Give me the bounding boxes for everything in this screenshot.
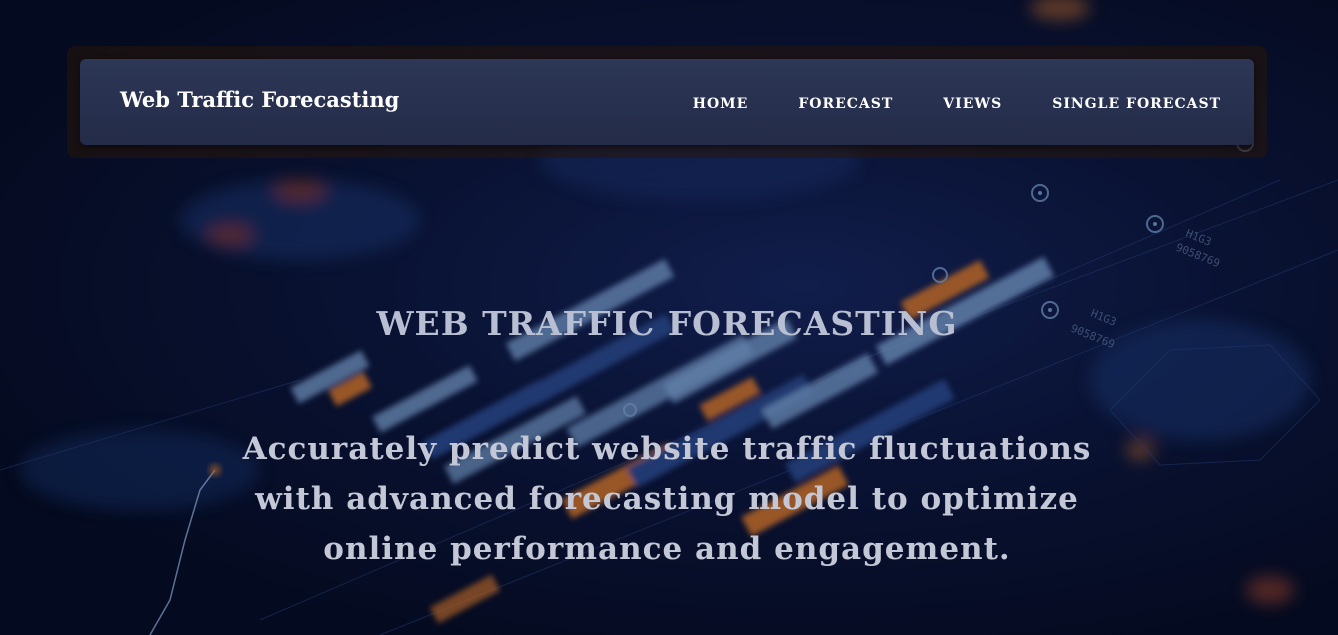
page: H1G3 9058769 H1G3 9058769 Web Traffic Fo… — [0, 0, 1338, 635]
nav-link-views[interactable]: VIEWS — [943, 96, 1002, 112]
hero-subtitle: Accurately predict website traffic fluct… — [242, 431, 1092, 567]
hero-title: WEB TRAFFIC FORECASTING — [376, 304, 958, 343]
nav-links: HOME FORECAST VIEWS SINGLE FORECAST — [693, 96, 1221, 112]
brand-logo-text[interactable]: Web Traffic Forecasting — [120, 87, 399, 112]
nav-link-forecast[interactable]: FORECAST — [798, 96, 893, 112]
navbar: Web Traffic Forecasting HOME FORECAST VI… — [80, 59, 1254, 145]
nav-link-single-forecast[interactable]: SINGLE FORECAST — [1052, 96, 1221, 112]
nav-link-home[interactable]: HOME — [693, 96, 749, 112]
